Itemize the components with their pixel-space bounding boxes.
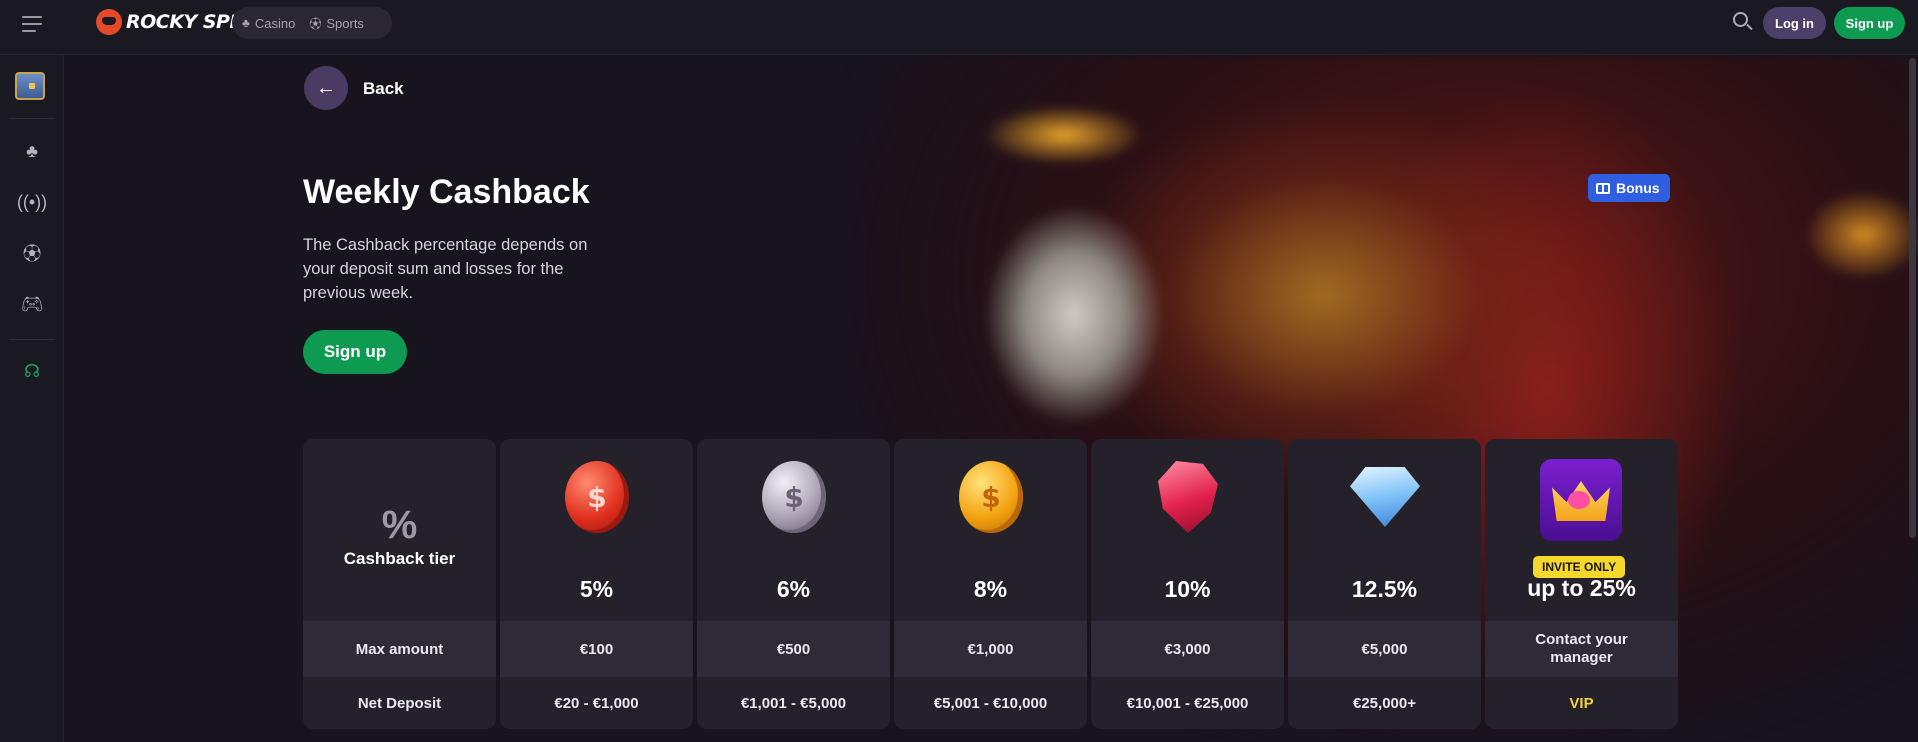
tier-label-column: % Cashback tier Max amount Net Deposit bbox=[303, 439, 496, 729]
cherries-icon[interactable]: ♣ bbox=[17, 136, 47, 166]
product-switcher: ♣ Casino ⚽︎ Sports bbox=[232, 7, 392, 39]
silver-coin-icon: $ bbox=[762, 461, 826, 533]
tier-max-amount: €5,000 bbox=[1288, 621, 1481, 677]
ruby-icon bbox=[1158, 461, 1218, 533]
net-deposit-row-label: Net Deposit bbox=[303, 677, 496, 729]
tier-rate: 12.5% bbox=[1351, 576, 1418, 602]
tier-column: 12.5% €5,000 €25,000+ bbox=[1288, 439, 1481, 729]
search-icon[interactable] bbox=[1732, 11, 1754, 33]
tier-max-amount: Contact your manager bbox=[1485, 621, 1678, 677]
red-coin-icon: $ bbox=[565, 461, 629, 533]
nav-sports[interactable]: ⚽︎ Sports bbox=[309, 15, 364, 32]
sidebar: ♣ ((•)) ⚽︎ 🎮︎ ☊ bbox=[0, 55, 64, 742]
page-scrollbar[interactable] bbox=[1909, 58, 1916, 538]
nav-sports-label: Sports bbox=[326, 15, 364, 31]
signup-button[interactable]: Sign up bbox=[303, 330, 407, 374]
tier-column: $ 6% €500 €1,001 - €5,000 bbox=[697, 439, 890, 729]
hamburger-menu-icon[interactable] bbox=[22, 16, 42, 32]
page-description: The Cashback percentage depends on your … bbox=[303, 236, 588, 302]
page-title: Weekly Cashback bbox=[303, 173, 590, 211]
soccer-ball-icon[interactable]: ⚽︎ bbox=[17, 238, 47, 268]
tier-column: $ 8% €1,000 €5,001 - €10,000 bbox=[894, 439, 1087, 729]
tier-max-amount: €100 bbox=[500, 621, 693, 677]
live-broadcast-icon[interactable]: ((•)) bbox=[17, 187, 47, 217]
tier-max-amount: €3,000 bbox=[1091, 621, 1284, 677]
diamond-icon bbox=[1350, 467, 1420, 527]
tier-net-deposit: €5,001 - €10,000 bbox=[894, 677, 1087, 729]
tier-net-deposit: €20 - €1,000 bbox=[500, 677, 693, 729]
logo[interactable]: ROCKY SPIN bbox=[96, 7, 252, 37]
raccoon-logo-icon bbox=[96, 9, 122, 35]
headset-support-icon[interactable]: ☊ bbox=[17, 356, 47, 386]
sidebar-divider bbox=[9, 339, 55, 340]
cashback-tiers-table: % Cashback tier Max amount Net Deposit $… bbox=[303, 439, 1678, 729]
arrow-left-icon: ← bbox=[316, 76, 336, 99]
bonus-badge: Bonus bbox=[1588, 174, 1670, 202]
tier-max-amount: €500 bbox=[697, 621, 890, 677]
percent-icon: % bbox=[381, 503, 418, 547]
tier-column: $ 5% €100 €20 - €1,000 bbox=[500, 439, 693, 729]
tier-net-deposit: €10,001 - €25,000 bbox=[1091, 677, 1284, 729]
tier-header-label: Cashback tier bbox=[343, 549, 456, 568]
bonus-badge-label: Bonus bbox=[1616, 180, 1660, 196]
tier-max-amount: €1,000 bbox=[894, 621, 1087, 677]
sidebar-divider bbox=[9, 118, 55, 119]
back-button[interactable]: ← bbox=[304, 66, 348, 110]
tier-net-deposit: VIP bbox=[1485, 677, 1678, 729]
nav-casino[interactable]: ♣ Casino bbox=[242, 16, 295, 31]
promo-hero: ← Back Bonus Weekly Cashback The Cashbac… bbox=[64, 55, 1918, 742]
max-amount-row-label: Max amount bbox=[303, 621, 496, 677]
gamepad-icon[interactable]: 🎮︎ bbox=[17, 289, 47, 319]
treasure-chest-icon[interactable] bbox=[15, 71, 45, 101]
tier-column-vip: INVITE ONLY up to 25% Contact your manag… bbox=[1485, 439, 1678, 729]
signup-button-header[interactable]: Sign up bbox=[1834, 7, 1905, 39]
tier-rate: 8% bbox=[973, 576, 1008, 602]
login-button[interactable]: Log in bbox=[1763, 7, 1826, 39]
cherries-icon: ♣ bbox=[242, 16, 250, 30]
tier-rate: 6% bbox=[776, 576, 811, 602]
gold-coin-icon: $ bbox=[959, 461, 1023, 533]
crown-icon bbox=[1540, 459, 1622, 541]
back-label[interactable]: Back bbox=[363, 79, 404, 99]
tier-column: 10% €3,000 €10,001 - €25,000 bbox=[1091, 439, 1284, 729]
tier-net-deposit: €1,001 - €5,000 bbox=[697, 677, 890, 729]
gift-icon bbox=[1596, 182, 1610, 194]
nav-casino-label: Casino bbox=[254, 15, 296, 31]
top-bar: ROCKY SPIN ♣ Casino ⚽︎ Sports Log in Sig… bbox=[0, 0, 1918, 55]
tier-rate: up to 25% bbox=[1527, 575, 1636, 601]
tier-rate: 10% bbox=[1164, 576, 1211, 602]
tier-net-deposit: €25,000+ bbox=[1288, 677, 1481, 729]
soccer-ball-icon: ⚽︎ bbox=[309, 16, 322, 31]
tier-rate: 5% bbox=[579, 576, 614, 602]
